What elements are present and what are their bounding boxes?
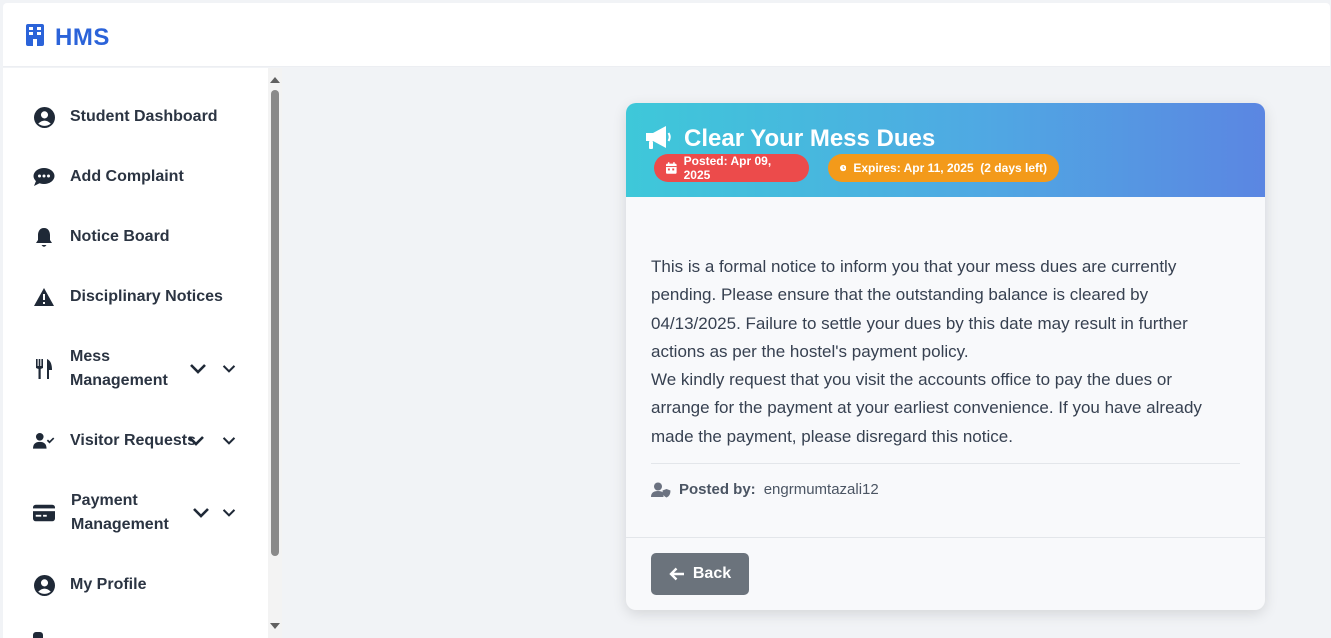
user-check-icon	[33, 430, 55, 452]
clock-icon	[840, 164, 847, 172]
partial-icon	[33, 632, 43, 638]
user-circle-icon	[33, 574, 55, 596]
credit-card-icon	[33, 502, 55, 524]
user-circle-icon	[33, 106, 55, 128]
notice-paragraph-2: We kindly request that you visit the acc…	[651, 370, 1202, 446]
posted-date-badge: Posted: Apr 09, 2025	[654, 154, 809, 182]
scroll-down-arrow-icon[interactable]	[270, 622, 280, 630]
sidebar: Student Dashboard Add Complaint Notice B…	[3, 68, 282, 638]
sidebar-item-disciplinary-notices[interactable]: Disciplinary Notices	[3, 273, 265, 321]
sidebar-item-notice-board[interactable]: Notice Board	[3, 213, 265, 261]
sidebar-item-mess-management[interactable]: Mess Management	[3, 345, 265, 393]
brand-link[interactable]: HMS	[25, 23, 110, 52]
sidebar-item-label: Mess Management	[70, 348, 168, 389]
notice-card-header: Clear Your Mess Dues Posted: Apr 09, 202…	[626, 103, 1265, 197]
notice-card: Clear Your Mess Dues Posted: Apr 09, 202…	[626, 103, 1265, 610]
notice-body: This is a formal notice to inform you th…	[651, 253, 1231, 451]
sidebar-item-student-dashboard[interactable]: Student Dashboard	[3, 93, 265, 141]
divider	[651, 463, 1240, 464]
notice-title: Clear Your Mess Dues	[684, 125, 936, 152]
warning-icon	[33, 286, 55, 308]
top-navbar: HMS	[3, 3, 1330, 67]
arrow-left-icon	[669, 567, 684, 581]
megaphone-icon	[644, 125, 672, 156]
back-button-label: Back	[692, 565, 732, 582]
sidebar-item-label: My Profile	[70, 576, 147, 593]
chevron-down-icon	[188, 436, 204, 446]
scroll-up-arrow-icon[interactable]	[270, 76, 280, 84]
notice-paragraph-1: This is a formal notice to inform you th…	[651, 257, 1188, 361]
sidebar-scrollbar-thumb[interactable]	[271, 90, 279, 556]
utensils-icon	[33, 358, 55, 380]
expires-badge: Expires: Apr 11, 2025 (2 days left)	[828, 154, 1059, 182]
chat-icon	[33, 166, 55, 188]
expires-text: Expires: Apr 11, 2025 (2 days left)	[853, 161, 1047, 175]
posted-by-label: Posted by:	[679, 481, 756, 498]
chevron-down-icon	[222, 437, 236, 445]
chevron-down-icon	[190, 364, 206, 374]
sidebar-item-payment-management[interactable]: Payment Management	[3, 489, 265, 537]
brand-name: HMS	[55, 23, 110, 51]
user-shield-icon	[651, 482, 671, 497]
sidebar-item-add-complaint[interactable]: Add Complaint	[3, 153, 265, 201]
back-button[interactable]: Back	[651, 553, 749, 595]
building-icon	[25, 23, 45, 52]
sidebar-item-my-profile[interactable]: My Profile	[3, 561, 265, 609]
sidebar-item-label: Notice Board	[70, 228, 170, 245]
sidebar-item-label: Visitor Requests	[70, 432, 196, 449]
sidebar-item-visitor-requests[interactable]: Visitor Requests	[3, 417, 265, 465]
card-footer-divider	[626, 537, 1265, 538]
sidebar-item-label: Payment Management	[71, 492, 169, 533]
bell-icon	[33, 226, 55, 248]
chevron-down-icon	[193, 508, 209, 518]
posted-by: Posted by: engrmumtazali12	[651, 481, 879, 498]
calendar-icon	[666, 162, 677, 174]
posted-by-value: engrmumtazali12	[763, 481, 879, 498]
sidebar-item-label: Student Dashboard	[70, 108, 218, 125]
sidebar-item-label: Disciplinary Notices	[70, 288, 223, 305]
sidebar-item-label: Add Complaint	[70, 168, 184, 185]
chevron-down-icon	[222, 509, 236, 517]
chevron-down-icon	[222, 365, 236, 373]
posted-date-text: Posted: Apr 09, 2025	[683, 154, 772, 182]
